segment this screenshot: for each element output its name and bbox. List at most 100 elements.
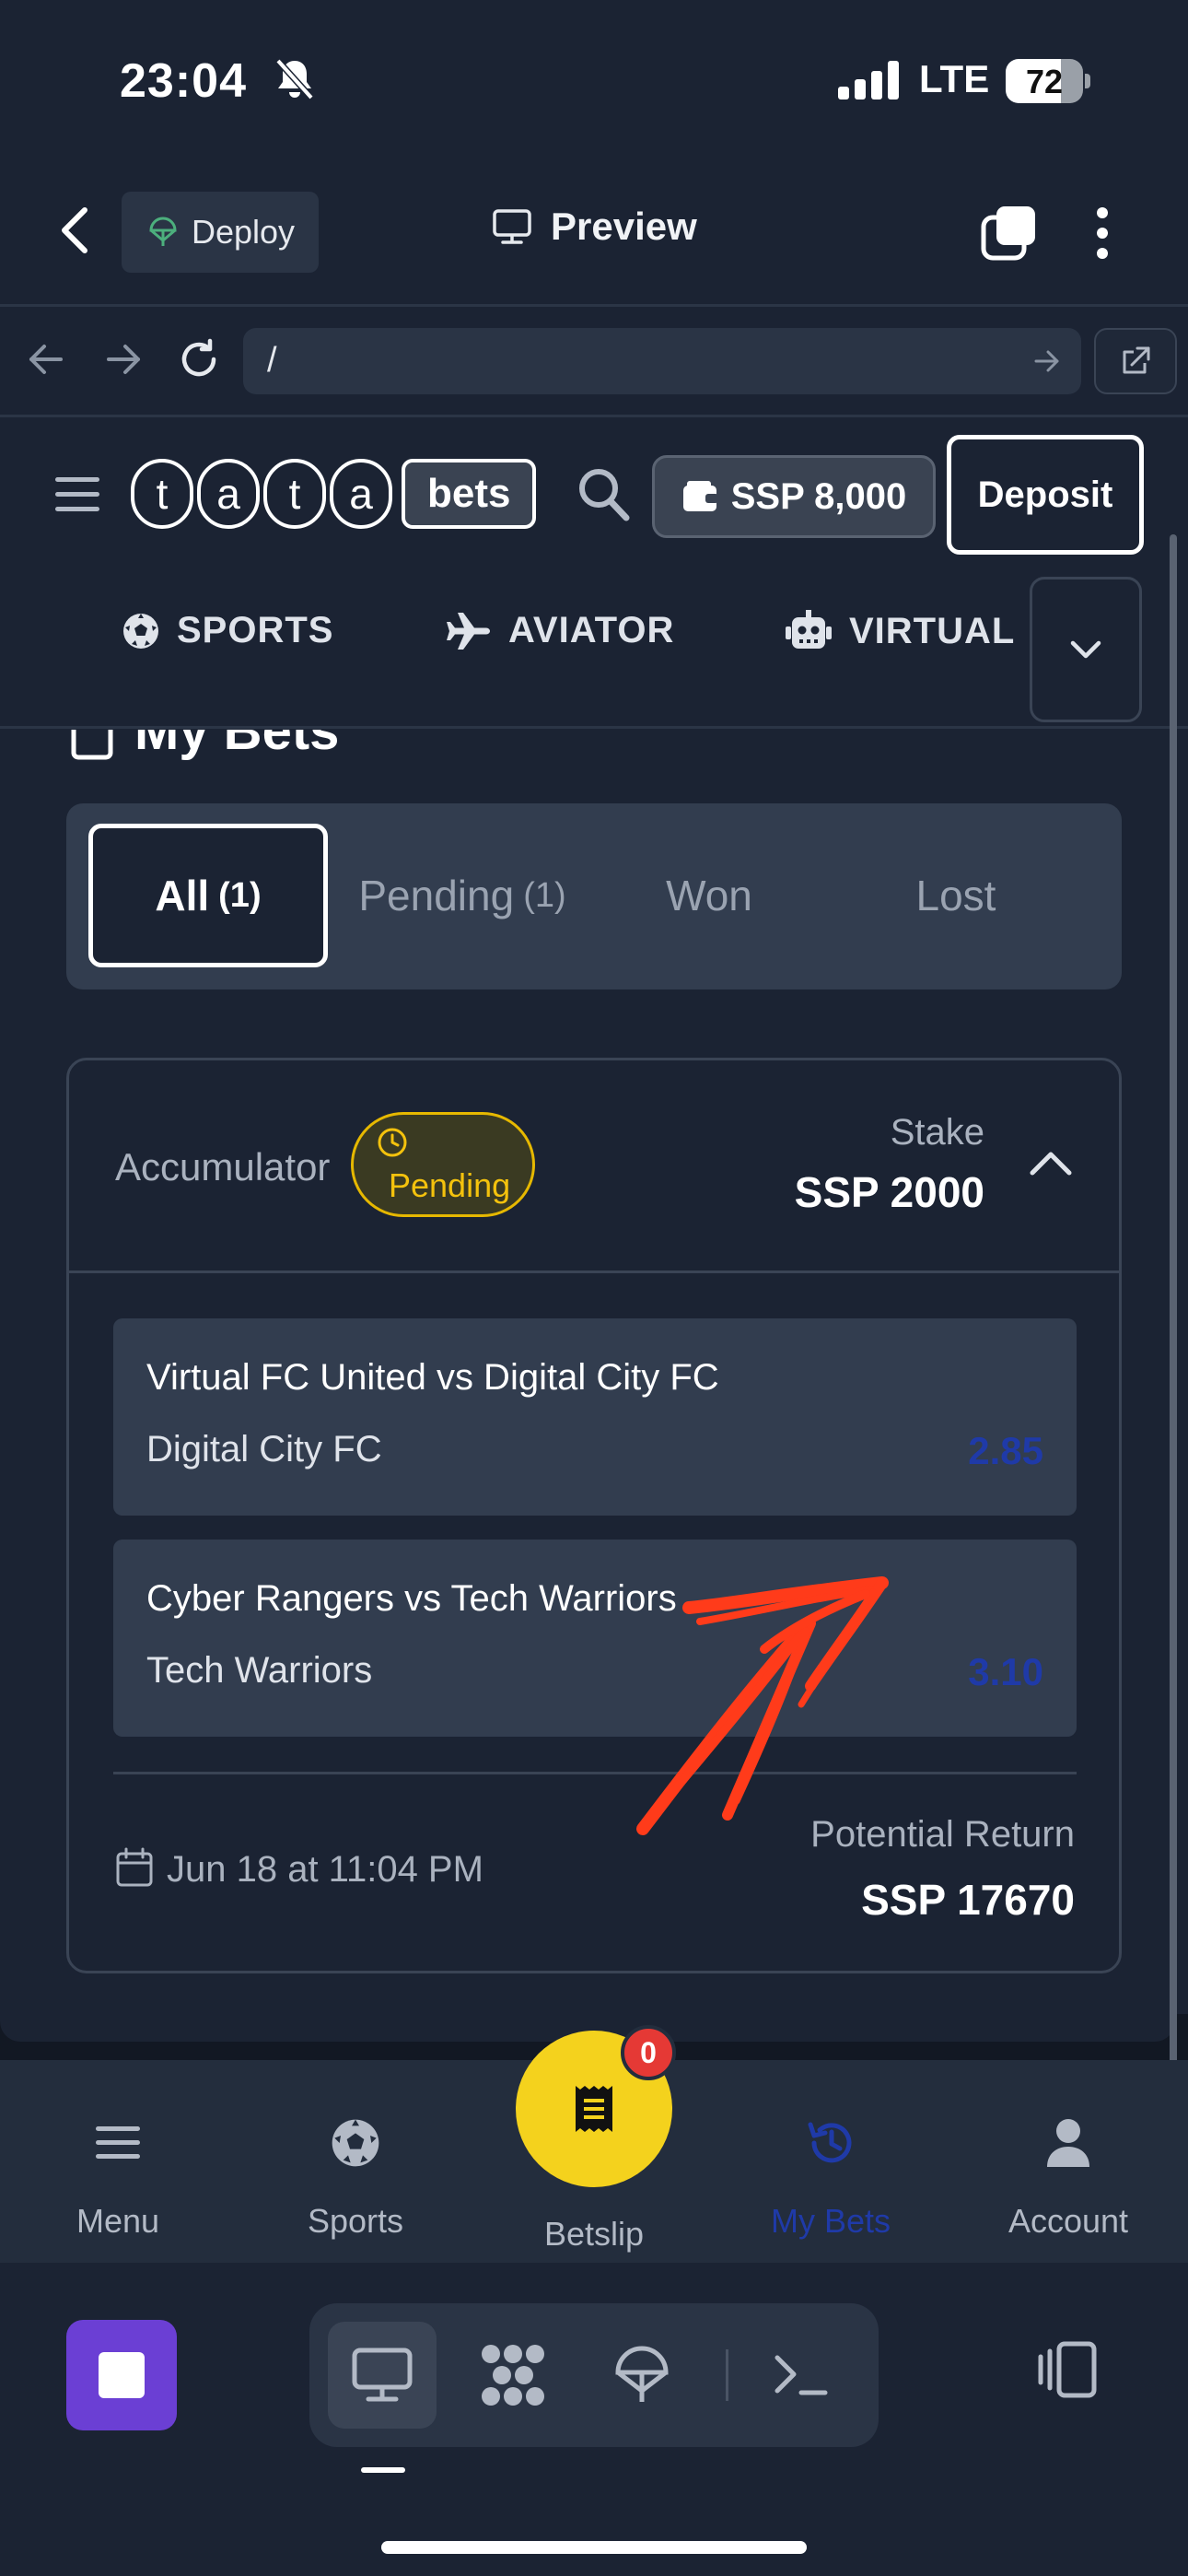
url-go-icon[interactable] [1033,348,1061,374]
device-rotate-icon[interactable] [1031,2340,1098,2399]
browser-back-icon[interactable] [26,341,66,378]
browser-forward-icon[interactable] [103,341,144,378]
preview-title: Preview [492,205,697,249]
preview-label: Preview [551,205,697,248]
reload-icon[interactable] [177,337,221,381]
page-title-clip: My Bets [0,730,1162,776]
airplane-icon [446,611,492,651]
stake-value: SSP 2000 [794,1168,984,1216]
logo-letter: a [330,459,392,529]
monitor-icon [352,2348,413,2403]
status-badge: Pending [351,1112,535,1217]
tab-all[interactable]: All (1) [88,824,328,967]
category-virtual[interactable]: VIRTUAL [785,610,1015,652]
deposit-button[interactable]: Deposit [947,435,1144,555]
terminal-button[interactable] [746,2322,855,2429]
home-indicator[interactable] [381,2541,807,2554]
annotation-arrow-icon [626,1566,903,1843]
stake-label: Stake [890,1112,984,1153]
category-label: SPORTS [177,610,334,650]
wallet-balance: SSP 8,000 [730,475,907,517]
toolbar-divider [0,304,1188,307]
tab-count: (1) [523,875,566,915]
hamburger-menu-icon[interactable] [53,474,101,514]
bet-card[interactable]: Accumulator Pending Stake SSP 2000 Virtu… [66,1058,1122,1973]
device-toolbar [0,2263,1188,2576]
stop-button[interactable] [66,2320,177,2430]
external-link-icon [1119,345,1152,378]
bet-date: Jun 18 at 11:04 PM [167,1849,483,1890]
selection-pick: Tech Warriors [146,1650,373,1691]
tab-pending[interactable]: Pending (1) [343,824,582,967]
search-icon[interactable] [577,466,632,523]
tab-lost[interactable]: Lost [836,824,1076,967]
category-aviator[interactable]: AVIATOR [446,610,674,651]
battery-percent: 72 [1025,63,1064,100]
apps-button[interactable] [459,2322,567,2429]
bell-muted-icon [274,57,315,101]
category-more-button[interactable] [1030,577,1142,722]
chevron-up-icon[interactable] [1029,1149,1073,1177]
potential-return-value: SSP 17670 [861,1876,1075,1924]
clock-icon [376,1126,409,1159]
browser-divider [0,415,1188,417]
more-options-icon[interactable] [1092,206,1112,260]
bet-type: Accumulator [115,1145,331,1188]
menu-icon [7,2106,228,2180]
desktop-preview-button[interactable] [328,2322,437,2429]
deploy-label: Deploy [192,213,296,251]
back-button[interactable] [57,205,94,256]
deploy-button[interactable]: Deploy [122,192,319,273]
active-tool-indicator [361,2467,405,2473]
open-external-button[interactable] [1094,328,1177,394]
status-text: Pending [389,1166,511,1204]
bet-selection: Virtual FC United vs Digital City FC Dig… [113,1318,1077,1516]
tab-won[interactable]: Won [600,824,818,967]
tabs-switcher-icon[interactable] [980,205,1039,262]
battery-nub [1085,74,1090,88]
bet-selection: Cyber Rangers vs Tech Warriors Tech Warr… [113,1540,1077,1737]
selection-odds: 2.85 [968,1429,1043,1472]
selection-odds: 3.10 [968,1650,1043,1693]
site-logo[interactable]: t a t a bets [131,459,537,529]
bet-filter-tabs: All (1) Pending (1) Won Lost [66,803,1122,989]
category-label: VIRTUAL [849,610,1016,651]
logo-letter: t [131,459,193,529]
network-type: LTE [919,57,990,100]
category-divider [0,726,1188,729]
wallet-balance-button[interactable]: SSP 8,000 [652,455,936,538]
tool-separator [726,2349,728,2401]
category-sports[interactable]: SPORTS [122,610,333,651]
battery-icon: 72 [1006,59,1083,103]
nav-label: Account [1007,2202,1129,2240]
receipt-icon [70,730,114,761]
nav-label-betslip[interactable]: Betslip [479,2215,709,2254]
nav-label: My Bets [770,2202,891,2240]
soccer-ball-icon [122,612,160,650]
nav-my-bets[interactable]: My Bets [720,2106,941,2241]
monitor-icon [492,208,532,245]
robot-icon [785,610,833,652]
deploy-icon [147,215,179,250]
selection-match: Virtual FC United vs Digital City FC [146,1357,719,1398]
ticket-icon [574,2084,614,2134]
scrollbar[interactable] [1170,534,1177,2257]
history-icon [720,2106,941,2180]
chevron-down-icon [1069,639,1102,660]
logo-letter: t [263,459,326,529]
betslip-count-badge: 0 [621,2025,676,2080]
deploy-icon [614,2345,670,2406]
tab-label: Won [666,872,752,919]
logo-letter: a [197,459,260,529]
deploy-tool-button[interactable] [588,2322,696,2429]
url-bar[interactable]: / [243,328,1081,394]
nav-menu[interactable]: Menu [7,2106,228,2241]
category-label: AVIATOR [508,610,675,650]
card-divider [69,1270,1119,1273]
terminal-icon [772,2352,829,2398]
status-time: 23:04 [120,54,247,108]
nav-sports[interactable]: Sports [245,2106,466,2241]
nav-account[interactable]: Account [958,2106,1179,2241]
url-text[interactable]: / [267,341,277,381]
user-icon [958,2106,1179,2180]
